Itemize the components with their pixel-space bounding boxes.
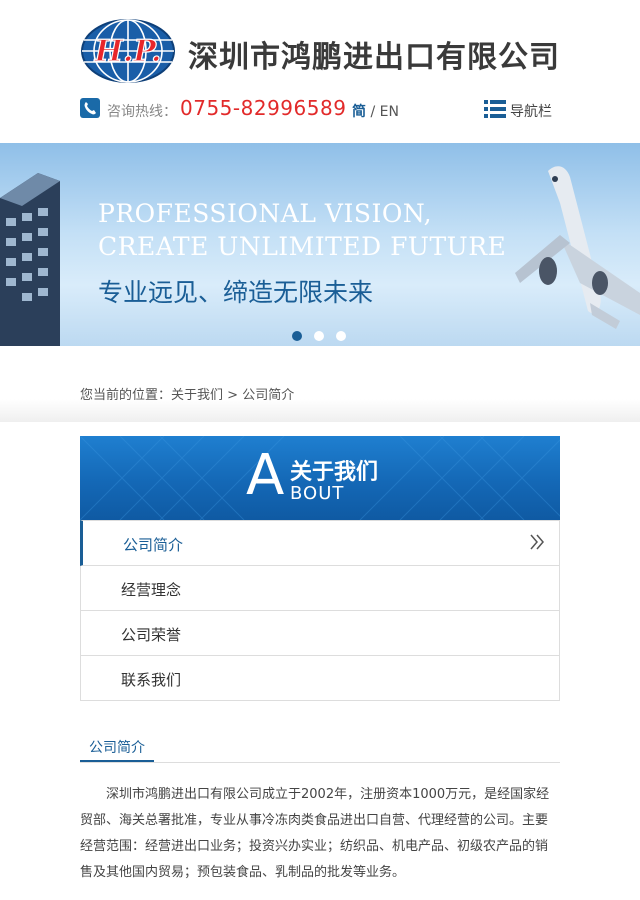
lang-en-link[interactable]: EN [380, 104, 399, 120]
menu-item-label: 经营理念 [121, 581, 182, 599]
about-side-menu: 公司简介 经营理念 公司荣誉 联系我们 [80, 520, 560, 701]
menu-item-label: 公司简介 [123, 536, 184, 554]
logo-initials: H.P. [94, 34, 162, 69]
menu-item-label: 公司荣誉 [121, 626, 182, 644]
menu-item-label: 联系我们 [121, 671, 182, 689]
lang-zh-link[interactable]: 简 [352, 104, 366, 120]
menu-item-business-philosophy[interactable]: 经营理念 [80, 566, 560, 611]
about-title-en: BOUT [290, 483, 345, 504]
breadcrumb-separator: > [227, 388, 239, 403]
double-chevron-right-icon [530, 534, 544, 550]
about-title-zh: 关于我们 [290, 460, 379, 485]
phone-icon [80, 98, 100, 118]
globe-logo-icon: H.P. [81, 19, 175, 83]
slider-dot-3[interactable] [336, 331, 346, 341]
slider-dot-2[interactable] [314, 331, 324, 341]
hero-banner[interactable]: PROFESSIONAL VISION, CREATE UNLIMITED FU… [0, 143, 640, 346]
hotline-number[interactable]: 0755-82996589 [180, 96, 346, 120]
menu-item-company-honors[interactable]: 公司荣誉 [80, 611, 560, 656]
menu-item-contact-us[interactable]: 联系我们 [80, 656, 560, 701]
breadcrumb-link-intro[interactable]: 公司简介 [242, 388, 294, 403]
banner-slogan-en-line1: PROFESSIONAL VISION, [98, 199, 433, 228]
about-big-letter: A [246, 443, 285, 508]
nav-menu-label: 导航栏 [510, 104, 552, 120]
site-header: H.P. 深圳市鸿鹏进出口有限公司 咨询热线： 0755-82996589 简 … [0, 0, 640, 143]
airplane-graphic [515, 166, 640, 329]
breadcrumb-prefix: 您当前的位置： [80, 388, 172, 403]
content-title: 公司简介 [80, 736, 154, 762]
breadcrumb: 您当前的位置：关于我们 > 公司简介 [80, 384, 294, 403]
banner-slogan-zh: 专业远见、缔造无限未来 [98, 278, 374, 307]
hotline-label: 咨询热线： [107, 104, 177, 120]
company-intro-text: 深圳市鸿鹏进出口有限公司成立于2002年，注册资本1000万元，是经国家经贸部、… [80, 787, 550, 880]
content-title-bar: 公司简介 [80, 736, 560, 763]
lang-separator: / [370, 104, 376, 120]
banner-slogan-en-line2: CREATE UNLIMITED FUTURE [98, 232, 507, 261]
company-name: 深圳市鸿鹏进出口有限公司 [188, 40, 560, 75]
slider-dots [292, 331, 352, 341]
menu-item-company-intro[interactable]: 公司简介 [80, 520, 560, 566]
about-section-header: A 关于我们 BOUT [80, 436, 560, 520]
hotline-bar: 咨询热线： 0755-82996589 简 / EN 导航栏 [80, 96, 560, 122]
slider-dot-1[interactable] [292, 331, 302, 341]
site-logo[interactable]: H.P. 深圳市鸿鹏进出口有限公司 [80, 18, 560, 84]
list-menu-icon [484, 100, 506, 118]
breadcrumb-bar: 您当前的位置：关于我们 > 公司简介 [0, 346, 640, 422]
breadcrumb-link-about[interactable]: 关于我们 [171, 388, 223, 403]
language-switch: 简 / EN [352, 101, 399, 121]
